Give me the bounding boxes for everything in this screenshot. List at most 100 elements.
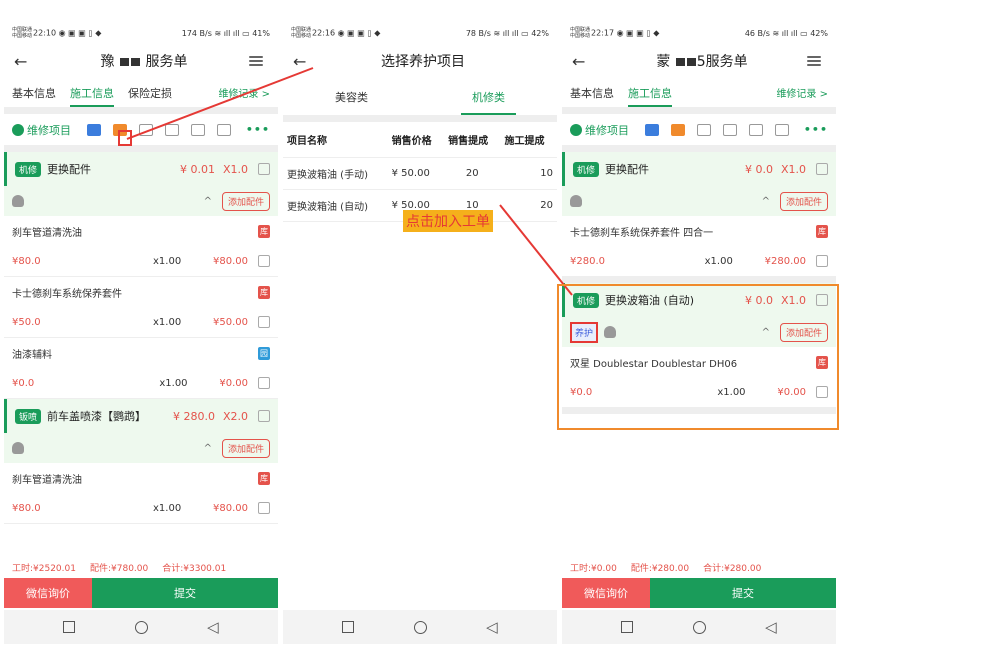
package-icon[interactable]: [697, 123, 711, 136]
service-name: 更换配件: [605, 163, 650, 176]
back-icon[interactable]: ◁: [207, 618, 219, 636]
edit-icon[interactable]: [258, 163, 270, 175]
part-total: ¥0.00: [777, 386, 806, 398]
home-icon[interactable]: [413, 620, 427, 634]
list-item: 油漆辅料 园 ¥0.0 x1.00 ¥0.00: [4, 338, 278, 399]
chevron-up-icon[interactable]: ^: [204, 443, 212, 454]
part-qty: x1.00: [153, 255, 182, 267]
stock-tag: 库: [258, 224, 270, 238]
tab-mechanical[interactable]: 机修类: [420, 78, 557, 115]
list-menu-icon[interactable]: [244, 52, 268, 70]
stock-tag: 库: [816, 224, 828, 238]
system-nav-bar: ◁: [562, 610, 836, 644]
technician-icon[interactable]: [570, 195, 582, 207]
repair-items-label[interactable]: 维修项目: [570, 122, 629, 138]
column-header: 销售提成: [444, 122, 501, 158]
chevron-up-icon[interactable]: ^: [204, 196, 212, 207]
part-name: 刹车管道清洗油: [12, 474, 82, 486]
edit-icon[interactable]: [816, 255, 828, 267]
back-arrow-icon[interactable]: ←: [572, 52, 602, 71]
service-qty: X1.0: [780, 293, 806, 307]
add-part-button[interactable]: 添加配件: [779, 191, 828, 211]
add-part-button[interactable]: 添加配件: [221, 191, 270, 211]
calendar-icon[interactable]: [723, 123, 737, 136]
service-name: 更换波箱油 (自动): [605, 294, 695, 307]
technician-icon[interactable]: [12, 195, 24, 207]
list-item: 刹车管道清洗油 库 ¥80.0 x1.00 ¥80.00: [4, 216, 278, 277]
calendar-icon[interactable]: [165, 123, 179, 136]
repair-items-label[interactable]: 维修项目: [12, 122, 71, 138]
recents-icon[interactable]: [342, 621, 355, 633]
technician-icon[interactable]: [604, 326, 617, 338]
screen-service-order: 中国联通 中国移动22:10 ◉ ▣ ▣ ▯ ◆ 174 B/s ≋ ıll ıl…: [4, 22, 278, 644]
tab-beauty[interactable]: 美容类: [283, 78, 420, 115]
tab-construction-info[interactable]: 施工信息: [628, 79, 672, 107]
labor-commission: 10: [500, 157, 557, 190]
gear-icon[interactable]: [775, 123, 789, 136]
service-price: ¥ 0.01: [179, 162, 215, 176]
edit-icon[interactable]: [258, 410, 270, 422]
project-name: 更换波箱油 (自动): [283, 189, 388, 222]
home-icon[interactable]: [692, 620, 706, 634]
project-icon[interactable]: [87, 123, 101, 136]
add-item-icon[interactable]: [191, 123, 205, 136]
gear-icon[interactable]: [217, 123, 231, 136]
part-name: 卡士德刹车系统保养套件: [12, 288, 122, 300]
wechat-inquiry-button[interactable]: 微信询价: [4, 578, 92, 608]
edit-icon[interactable]: [258, 255, 270, 267]
add-item-icon[interactable]: [749, 123, 763, 136]
technician-icon[interactable]: [12, 442, 24, 454]
more-icon[interactable]: •••: [246, 123, 270, 136]
maintenance-tag: 养护: [570, 321, 599, 343]
package-icon[interactable]: [139, 123, 153, 136]
category-badge: 机修: [573, 292, 600, 308]
back-arrow-icon[interactable]: ←: [14, 52, 44, 71]
part-price: ¥80.0: [12, 502, 41, 514]
list-menu-icon[interactable]: [802, 52, 826, 70]
part-qty: x1.00: [704, 255, 733, 267]
more-icon[interactable]: •••: [804, 123, 828, 136]
category-badge: 机修: [573, 161, 600, 177]
repair-record-link[interactable]: 维修记录 >: [218, 85, 270, 100]
tab-insurance[interactable]: 保险定损: [128, 79, 172, 107]
edit-icon[interactable]: [816, 294, 828, 306]
page-title: 选择养护项目: [381, 54, 465, 70]
tab-basic-info[interactable]: 基本信息: [12, 79, 56, 107]
table-row[interactable]: 更换波箱油 (手动) ¥ 50.00 20 10: [283, 157, 557, 190]
list-item: 卡士德刹车系统保养套件 库 ¥50.0 x1.00 ¥50.00: [4, 277, 278, 338]
toolbar: 维修项目 •••: [562, 114, 836, 146]
parts-total: 配件:¥280.00: [630, 563, 690, 574]
edit-icon[interactable]: [816, 163, 828, 175]
home-icon[interactable]: [134, 620, 148, 634]
recents-icon[interactable]: [621, 621, 634, 633]
wechat-inquiry-button[interactable]: 微信询价: [562, 578, 650, 608]
back-icon[interactable]: ◁: [486, 618, 498, 636]
add-part-button[interactable]: 添加配件: [221, 438, 270, 458]
tab-basic-info[interactable]: 基本信息: [570, 79, 614, 107]
maintenance-icon[interactable]: [671, 123, 685, 136]
submit-button[interactable]: 提交: [650, 578, 836, 608]
recents-icon[interactable]: [63, 621, 76, 633]
project-name: 更换波箱油 (手动): [283, 157, 388, 190]
part-qty: x1.00: [159, 377, 188, 389]
summary-bar: 工时:¥2520.01 配件:¥780.00 合计:¥3300.01: [4, 556, 278, 578]
stock-tag: 库: [258, 285, 270, 299]
part-price: ¥280.0: [570, 255, 605, 267]
part-price: ¥80.0: [12, 255, 41, 267]
project-icon[interactable]: [645, 123, 659, 136]
system-nav-bar: ◁: [4, 610, 278, 644]
chevron-up-icon[interactable]: ^: [762, 196, 770, 207]
back-icon[interactable]: ◁: [765, 618, 777, 636]
add-part-button[interactable]: 添加配件: [779, 322, 828, 342]
chevron-up-icon[interactable]: ^: [762, 327, 770, 338]
edit-icon[interactable]: [258, 502, 270, 514]
submit-button[interactable]: 提交: [92, 578, 278, 608]
sales-commission: 20: [444, 157, 501, 190]
edit-icon[interactable]: [258, 377, 270, 389]
tab-construction-info[interactable]: 施工信息: [70, 79, 114, 107]
maintenance-icon[interactable]: [113, 123, 127, 136]
edit-icon[interactable]: [816, 386, 828, 398]
repair-record-link[interactable]: 维修记录 >: [776, 85, 828, 100]
back-arrow-icon[interactable]: ←: [293, 52, 323, 71]
edit-icon[interactable]: [258, 316, 270, 328]
